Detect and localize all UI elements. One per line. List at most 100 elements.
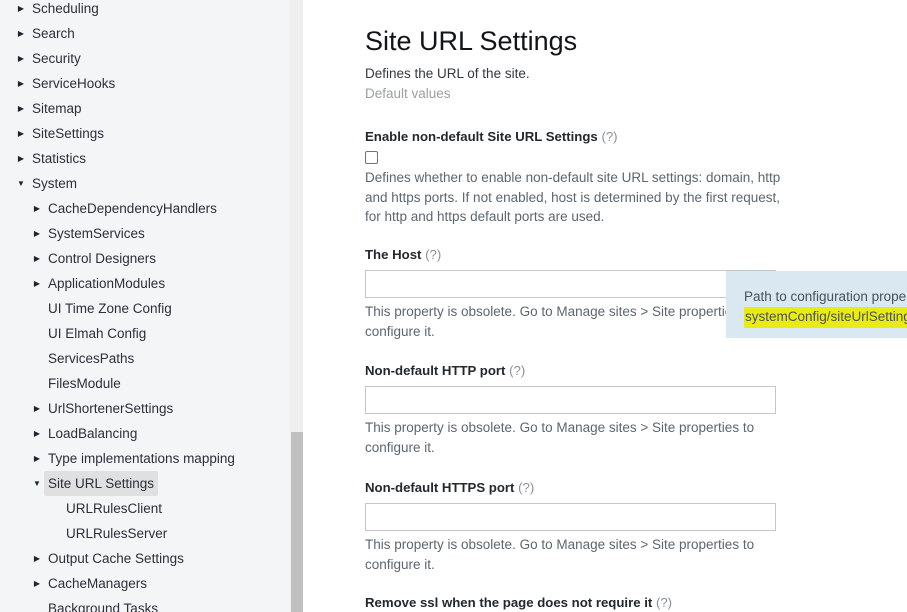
sidebar-item-servicehooks[interactable]: ServiceHooks — [0, 71, 303, 96]
field-label: The Host (?) — [365, 246, 795, 264]
chevron-right-icon[interactable] — [14, 146, 28, 171]
sidebar-item-sitemap[interactable]: Sitemap — [0, 96, 303, 121]
sidebar-item-label: Output Cache Settings — [48, 551, 184, 566]
sidebar-item-label: UI Elmah Config — [48, 326, 147, 341]
non-default-https-port-input[interactable] — [365, 503, 776, 531]
sidebar-item-ui-elmah-config[interactable]: UI Elmah Config — [0, 321, 303, 346]
tooltip-path-line: systemConfig/siteUrlSettings:siteUrl — [744, 307, 907, 328]
sidebar-item-label: Sitemap — [32, 101, 82, 116]
field-non-default-https-port: Non-default HTTPS port (?) This property… — [365, 479, 795, 574]
sidebar-item-label: UI Time Zone Config — [48, 301, 172, 316]
sidebar-item-label: Security — [32, 51, 81, 66]
sidebar-item-label: URLRulesClient — [66, 501, 163, 516]
sidebar-item-label: LoadBalancing — [48, 426, 138, 441]
chevron-right-icon[interactable] — [14, 21, 28, 46]
sidebar-item-label: Search — [32, 26, 75, 41]
sidebar-item-label: Scheduling — [32, 1, 99, 16]
field-label: Remove ssl when the page does not requir… — [365, 594, 795, 612]
sidebar-item-label: System — [32, 176, 78, 191]
non-default-http-port-input[interactable] — [365, 386, 776, 414]
sidebar-item-urlrulesserver[interactable]: URLRulesServer — [0, 521, 303, 546]
sidebar-item-cachemanagers[interactable]: CacheManagers — [0, 571, 303, 596]
sidebar-item-statistics[interactable]: Statistics — [0, 146, 303, 171]
sidebar-item-scheduling[interactable]: Scheduling — [0, 0, 303, 21]
sidebar-item-filesmodule[interactable]: FilesModule — [0, 371, 303, 396]
sidebar-item-output-cache-settings[interactable]: Output Cache Settings — [0, 546, 303, 571]
sidebar-item-label: ServicesPaths — [48, 351, 135, 366]
chevron-right-icon[interactable] — [14, 121, 28, 146]
sidebar-item-label: SystemServices — [48, 226, 145, 241]
chevron-right-icon[interactable] — [30, 246, 44, 271]
chevron-right-icon[interactable] — [30, 196, 44, 221]
field-help-text: This property is obsolete. Go to Manage … — [365, 420, 755, 455]
page-subtitle: Default values — [365, 86, 451, 101]
field-non-default-http-port: Non-default HTTP port (?) This property … — [365, 362, 795, 457]
chevron-right-icon[interactable] — [30, 221, 44, 246]
sidebar-item-cachedependencyhandlers[interactable]: CacheDependencyHandlers — [0, 196, 303, 221]
sidebar-item-urlrulesclient[interactable]: URLRulesClient — [0, 496, 303, 521]
sidebar-scrollbar-thumb[interactable] — [291, 432, 303, 612]
chevron-right-icon[interactable] — [30, 546, 44, 571]
sidebar-item-background-tasks[interactable]: Background Tasks — [0, 596, 303, 612]
sidebar-item-applicationmodules[interactable]: ApplicationModules — [0, 271, 303, 296]
field-label-text: Non-default HTTP port — [365, 363, 506, 378]
page-title: Site URL Settings — [365, 26, 578, 56]
sidebar-scrollbar-track[interactable] — [290, 0, 303, 612]
tooltip-config-path: systemConfig/siteUrlSettings:siteUrl — [744, 307, 907, 328]
sidebar-item-control-designers[interactable]: Control Designers — [0, 246, 303, 271]
sidebar-item-security[interactable]: Security — [0, 46, 303, 71]
help-hint-icon[interactable]: (?) — [425, 247, 441, 262]
chevron-down-icon[interactable] — [14, 171, 28, 196]
enable-non-default-checkbox[interactable] — [365, 151, 378, 164]
sidebar-item-systemservices[interactable]: SystemServices — [0, 221, 303, 246]
field-label-text: Remove ssl when the page does not requir… — [365, 595, 653, 610]
help-hint-icon[interactable]: (?) — [601, 129, 617, 144]
help-hint-icon[interactable]: (?) — [509, 363, 525, 378]
sidebar-item-label: UrlShortenerSettings — [48, 401, 174, 416]
sidebar-item-type-implementations-mapping[interactable]: Type implementations mapping — [0, 446, 303, 471]
field-label-text: The Host — [365, 247, 422, 262]
field-label: Non-default HTTPS port (?) — [365, 479, 795, 497]
chevron-right-icon[interactable] — [14, 71, 28, 96]
chevron-right-icon[interactable] — [30, 571, 44, 596]
sidebar-item-loadbalancing[interactable]: LoadBalancing — [0, 421, 303, 446]
chevron-down-icon[interactable] — [30, 471, 44, 496]
field-enable-non-default-site-url-settings: Enable non-default Site URL Settings (?)… — [365, 128, 795, 227]
field-label-text: Non-default HTTPS port — [365, 480, 515, 495]
the-host-input[interactable] — [365, 270, 776, 298]
sidebar-item-system[interactable]: System — [0, 171, 303, 196]
sidebar-item-servicespaths[interactable]: ServicesPaths — [0, 346, 303, 371]
help-hint-icon[interactable]: (?) — [518, 480, 534, 495]
help-hint-icon[interactable]: (?) — [656, 595, 672, 610]
sidebar-item-label: Background Tasks — [48, 601, 159, 612]
sidebar-item-urlshortenersettings[interactable]: UrlShortenerSettings — [0, 396, 303, 421]
tooltip-title: Path to configuration property: — [744, 289, 907, 304]
settings-form: Site URL Settings Defines the URL of the… — [365, 0, 795, 610]
field-help-text: This property is obsolete. Go to Manage … — [365, 537, 755, 572]
chevron-right-icon[interactable] — [14, 96, 28, 121]
chevron-right-icon[interactable] — [14, 46, 28, 71]
sidebar-item-search[interactable]: Search — [0, 21, 303, 46]
field-remove-ssl: Remove ssl when the page does not requir… — [365, 594, 795, 612]
page-description: Defines the URL of the site. — [365, 66, 530, 81]
sidebar-item-label: Type implementations mapping — [48, 451, 235, 466]
sidebar-item-label: Statistics — [32, 151, 87, 166]
sidebar-item-label: Control Designers — [48, 251, 157, 266]
chevron-right-icon[interactable] — [30, 396, 44, 421]
sidebar-item-label: FilesModule — [48, 376, 121, 391]
sidebar-item-label: SiteSettings — [32, 126, 105, 141]
settings-tree-sidebar: Scheduling Search Security ServiceHooks Site… — [0, 0, 303, 612]
sidebar-item-sitesettings[interactable]: SiteSettings — [0, 121, 303, 146]
sidebar-item-label: URLRulesServer — [66, 526, 168, 541]
chevron-right-icon[interactable] — [14, 0, 28, 21]
sidebar-item-site-url-settings[interactable]: Site URL Settings — [0, 471, 303, 496]
sidebar-item-label: CacheManagers — [48, 576, 148, 591]
chevron-right-icon[interactable] — [30, 421, 44, 446]
settings-tree: Scheduling Search Security ServiceHooks Site… — [0, 0, 303, 612]
sidebar-item-ui-time-zone-config[interactable]: UI Time Zone Config — [0, 296, 303, 321]
field-label: Enable non-default Site URL Settings (?) — [365, 128, 795, 146]
settings-detail-pane: Site URL Settings Defines the URL of the… — [303, 0, 907, 612]
chevron-right-icon[interactable] — [30, 446, 44, 471]
chevron-right-icon[interactable] — [30, 271, 44, 296]
sidebar-item-label: ServiceHooks — [32, 76, 116, 91]
